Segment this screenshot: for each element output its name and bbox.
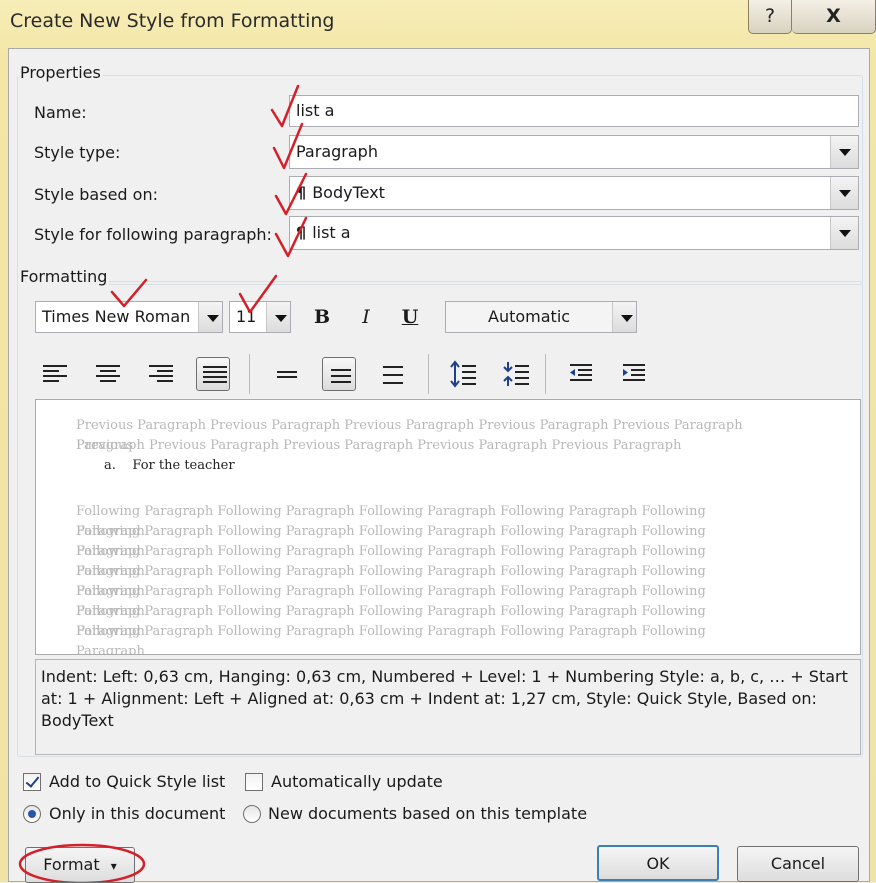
- annotation-overlay: [18, 84, 308, 882]
- checkmark-annotation: [274, 216, 308, 258]
- checkmark-annotation: [274, 172, 308, 216]
- checkmark-annotation: [272, 122, 304, 170]
- circle-annotation: [18, 843, 146, 882]
- checkmark-annotation: [238, 274, 278, 314]
- checkmark-annotation: [110, 278, 148, 308]
- checkmark-annotation: [270, 84, 300, 128]
- dialog-window: Create New Style from Formatting ? X Pro…: [0, 0, 876, 883]
